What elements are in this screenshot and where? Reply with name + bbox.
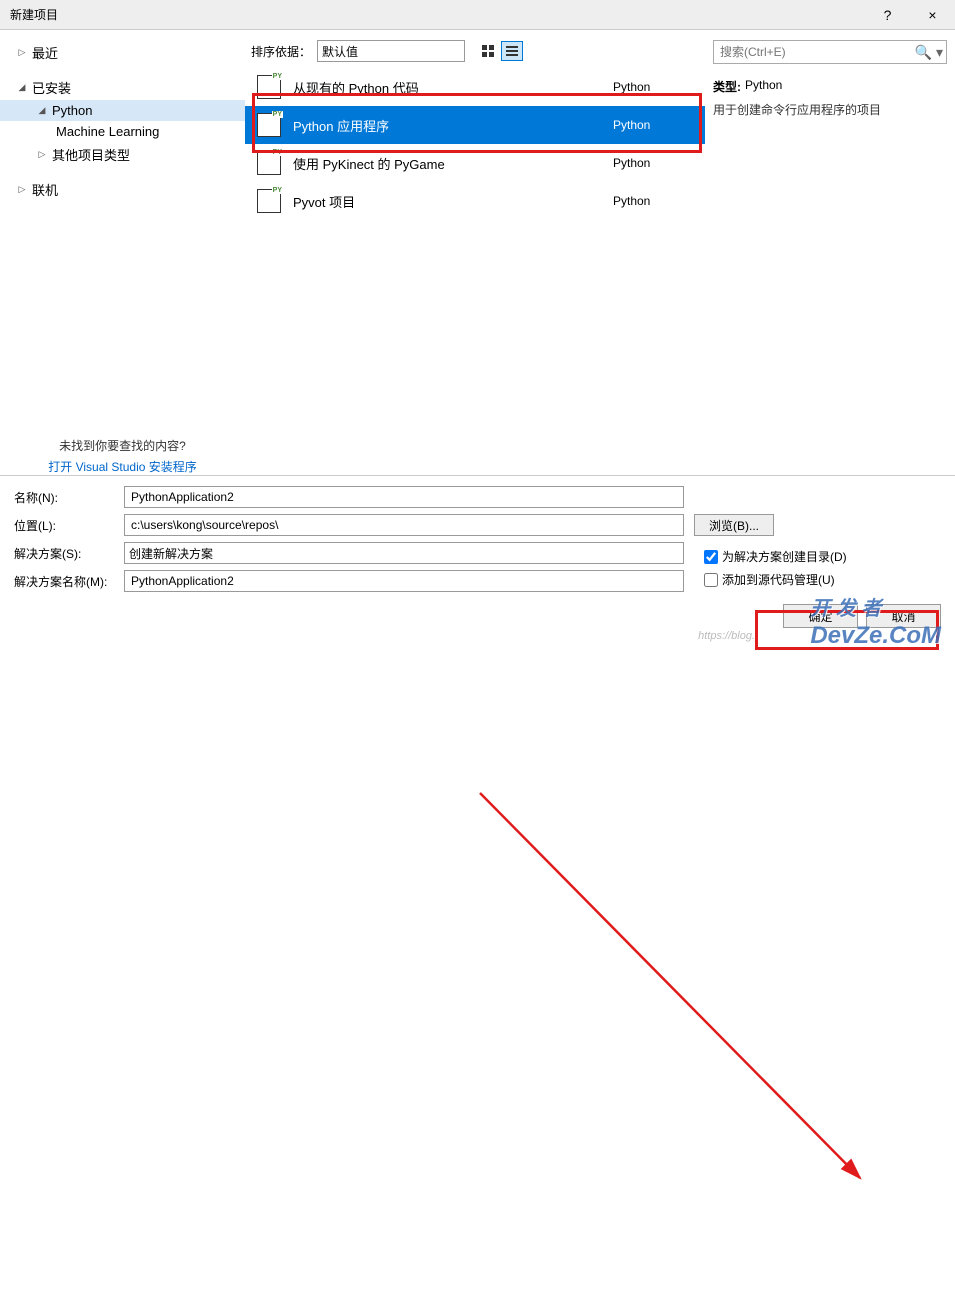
python-project-icon: PY — [257, 151, 281, 175]
search-box: 🔍 ▾ — [713, 40, 947, 64]
dialog-title: 新建项目 — [10, 6, 865, 23]
titlebar-buttons: ? × — [865, 0, 955, 30]
dialog-buttons: 确定 取消 — [0, 598, 955, 638]
create-dir-label: 为解决方案创建目录(D) — [722, 548, 847, 565]
type-label: 类型: — [713, 78, 741, 95]
solution-dropdown[interactable] — [124, 542, 684, 564]
sidebar-item-recent[interactable]: ▷ 最近 — [0, 40, 245, 65]
name-label: 名称(N): — [14, 489, 124, 506]
solution-label: 解决方案(S): — [14, 545, 124, 562]
template-description: 用于创建命令行应用程序的项目 — [713, 101, 947, 118]
view-grid-button[interactable] — [477, 41, 499, 61]
source-control-row: 添加到源代码管理(U) — [704, 571, 941, 588]
search-input[interactable] — [713, 40, 947, 64]
sidebar-item-ml[interactable]: Machine Learning — [0, 121, 245, 142]
watermark-url: https://blog. — [698, 630, 755, 642]
search-icon[interactable]: 🔍 ▾ — [915, 44, 943, 61]
sidebar-bottom: 未找到你要查找的内容? 打开 Visual Studio 安装程序 — [0, 437, 245, 475]
location-label: 位置(L): — [14, 517, 124, 534]
name-input[interactable] — [124, 486, 684, 508]
chevron-right-icon: ▷ — [36, 149, 48, 161]
template-list: PY 从现有的 Python 代码 Python PY Python 应用程序 … — [245, 68, 705, 475]
location-row: 位置(L): 浏览(B)... — [14, 514, 941, 536]
solution-name-input[interactable] — [124, 570, 684, 592]
grid-icon — [482, 45, 494, 57]
not-found-prompt: 未找到你要查找的内容? — [0, 437, 245, 454]
cancel-button[interactable]: 取消 — [866, 604, 941, 628]
chevron-right-icon: ▷ — [16, 47, 28, 59]
sort-label: 排序依据： — [251, 43, 311, 60]
annotation-arrow — [0, 638, 955, 1298]
chevron-down-icon: ◢ — [36, 105, 48, 117]
center-panel: 排序依据： PY 从现有的 Python 代码 Python PY Python… — [245, 30, 705, 475]
sidebar-item-installed[interactable]: ◢ 已安装 — [0, 75, 245, 100]
main-area: ▷ 最近 ◢ 已安装 ◢ Python Machine Learning ▷ 其… — [0, 30, 955, 475]
sort-dropdown[interactable] — [317, 40, 465, 62]
ok-button[interactable]: 确定 — [783, 604, 858, 628]
location-input[interactable] — [124, 514, 684, 536]
sidebar-item-other[interactable]: ▷ 其他项目类型 — [0, 142, 245, 167]
name-row: 名称(N): — [14, 486, 941, 508]
bottom-form: 名称(N): 位置(L): 浏览(B)... 解决方案(S): 解决方案名称(M… — [0, 476, 955, 598]
chevron-right-icon: ▷ — [16, 184, 28, 196]
browse-button[interactable]: 浏览(B)... — [694, 514, 774, 536]
template-item-selected[interactable]: PY Python 应用程序 Python — [245, 106, 705, 144]
template-item[interactable]: PY Pyvot 项目 Python — [245, 182, 705, 220]
python-project-icon: PY — [257, 75, 281, 99]
source-control-checkbox[interactable] — [704, 573, 718, 587]
sidebar-item-online[interactable]: ▷ 联机 — [0, 177, 245, 202]
view-list-button[interactable] — [501, 41, 523, 61]
sidebar: ▷ 最近 ◢ 已安装 ◢ Python Machine Learning ▷ 其… — [0, 30, 245, 475]
right-panel: 🔍 ▾ 类型: Python 用于创建命令行应用程序的项目 — [705, 30, 955, 475]
sidebar-item-python[interactable]: ◢ Python — [0, 100, 245, 121]
template-item[interactable]: PY 使用 PyKinect 的 PyGame Python — [245, 144, 705, 182]
template-item[interactable]: PY 从现有的 Python 代码 Python — [245, 68, 705, 106]
create-dir-row: 为解决方案创建目录(D) — [704, 548, 941, 565]
close-button[interactable]: × — [910, 0, 955, 30]
create-dir-checkbox[interactable] — [704, 550, 718, 564]
installer-link[interactable]: 打开 Visual Studio 安装程序 — [0, 458, 245, 475]
view-mode-buttons — [477, 41, 523, 61]
source-control-label: 添加到源代码管理(U) — [722, 571, 835, 588]
help-button[interactable]: ? — [865, 0, 910, 30]
python-project-icon: PY — [257, 189, 281, 213]
titlebar: 新建项目 ? × — [0, 0, 955, 30]
chevron-down-icon: ◢ — [16, 82, 28, 94]
list-icon — [506, 46, 518, 56]
toolbar: 排序依据： — [245, 30, 705, 68]
solution-name-label: 解决方案名称(M): — [14, 573, 124, 590]
type-value: Python — [745, 78, 782, 95]
python-project-icon: PY — [257, 113, 281, 137]
type-row: 类型: Python — [713, 78, 947, 95]
